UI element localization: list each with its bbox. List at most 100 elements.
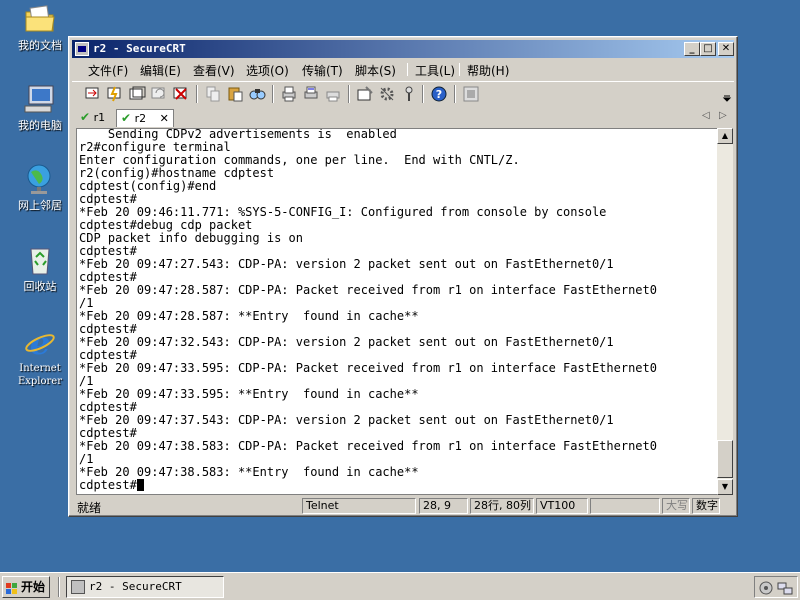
reconnect-icon[interactable] xyxy=(150,85,168,103)
desktop-icon-label: Internet Explorer xyxy=(17,363,63,387)
terminal-line: *Feb 20 09:47:38.583: **Entry found in c… xyxy=(79,465,419,479)
print-selection-icon[interactable] xyxy=(302,85,320,103)
tab-r1[interactable]: ✔ r1 xyxy=(76,109,114,127)
copy-icon[interactable] xyxy=(204,85,222,103)
windows-flag-icon xyxy=(6,581,18,594)
status-num-lock: 数字 xyxy=(692,498,720,514)
tab-close-icon[interactable]: ✕ xyxy=(160,112,169,125)
terminal-line: *Feb 20 09:47:37.543: CDP-PA: version 2 … xyxy=(79,413,614,427)
status-terminal-size: 28行, 80列 xyxy=(470,498,534,514)
terminal-line: *Feb 20 09:47:28.587: **Entry found in c… xyxy=(79,309,419,323)
terminal-output[interactable]: Sending CDPv2 advertisements is enabled r… xyxy=(76,128,724,495)
start-button[interactable]: 开始 xyxy=(2,576,50,598)
menu-script[interactable]: 脚本(S) xyxy=(355,62,396,79)
window-title: r2 - SecureCRT xyxy=(93,42,186,55)
terminal-line: *Feb 20 09:47:27.543: CDP-PA: version 2 … xyxy=(79,257,614,271)
task-label: r2 - SecureCRT xyxy=(89,580,182,593)
toolbar-separator xyxy=(272,85,274,103)
securecrt-app-icon xyxy=(75,42,89,56)
global-options-icon[interactable] xyxy=(378,85,396,103)
terminal-lines: Sending CDPv2 advertisements is enabled r… xyxy=(79,129,657,492)
menu-separator xyxy=(407,63,408,76)
connect-icon[interactable] xyxy=(84,85,102,103)
status-ready: 就绪 xyxy=(77,501,102,515)
tab-label: r1 xyxy=(93,111,106,124)
menu-options[interactable]: 选项(O) xyxy=(246,62,289,79)
toolbar: ? xyxy=(72,81,734,105)
desktop-icon-label: 回收站 xyxy=(23,280,57,293)
desktop-icon-label: 我的电脑 xyxy=(18,119,62,132)
volume-icon[interactable] xyxy=(758,580,774,599)
securecrt-app-icon xyxy=(71,580,85,594)
system-tray xyxy=(754,576,798,598)
desktop-icon-label: 网上邻居 xyxy=(18,199,62,212)
title-bar[interactable]: r2 - SecureCRT _ □ ✕ xyxy=(72,40,734,58)
toolbar-overflow-icon[interactable] xyxy=(722,86,732,104)
keymap-icon[interactable] xyxy=(462,85,480,103)
recycle-bin-icon xyxy=(23,243,57,277)
menu-help[interactable]: 帮助(H) xyxy=(467,62,509,79)
tab-scroll-left-icon[interactable]: ◁ xyxy=(702,110,710,121)
minimize-button[interactable]: _ xyxy=(684,42,700,56)
print-icon[interactable] xyxy=(280,85,298,103)
status-emulation: VT100 xyxy=(536,498,588,514)
close-button[interactable]: ✕ xyxy=(718,42,734,56)
print-setup-icon[interactable] xyxy=(324,85,342,103)
key-icon[interactable] xyxy=(400,85,418,103)
start-label: 开始 xyxy=(21,580,46,594)
folder-icon xyxy=(23,2,57,36)
terminal-cursor xyxy=(136,479,144,491)
menu-view[interactable]: 查看(V) xyxy=(193,62,235,79)
status-cursor-position: 28, 9 xyxy=(419,498,468,514)
status-caps-lock: 大写 xyxy=(662,498,690,514)
scroll-thumb[interactable] xyxy=(717,440,733,478)
toolbar-separator xyxy=(196,85,198,103)
tab-label: r2 xyxy=(134,112,147,125)
taskbar-separator xyxy=(58,577,60,597)
desktop-icon-network[interactable]: 网上邻居 xyxy=(8,162,72,212)
menu-bar: 文件(F) 编辑(E) 查看(V) 选项(O) 传输(T) 脚本(S) 工具(L… xyxy=(72,59,734,79)
terminal-line: *Feb 20 09:47:32.543: CDP-PA: version 2 … xyxy=(79,335,614,349)
menu-tools[interactable]: 工具(L) xyxy=(415,62,455,79)
toolbar-separator xyxy=(348,85,350,103)
desktop-icon-label: 我的文档 xyxy=(18,39,62,52)
check-icon: ✔ xyxy=(121,111,132,125)
tab-r2[interactable]: ✔ r2 ✕ xyxy=(116,109,174,127)
desktop-icon-recycle-bin[interactable]: 回收站 xyxy=(8,243,72,293)
check-icon: ✔ xyxy=(80,110,91,124)
paste-icon[interactable] xyxy=(226,85,244,103)
toolbar-separator xyxy=(454,85,456,103)
terminal-line: *Feb 20 09:47:38.583: CDP-PA: Packet rec… xyxy=(79,439,657,453)
terminal-line: *Feb 20 09:47:28.587: CDP-PA: Packet rec… xyxy=(79,283,657,297)
help-icon[interactable]: ? xyxy=(430,85,448,103)
terminal-line: CDP packet info debugging is on xyxy=(79,231,303,245)
terminal-line: cdptest(config)#end xyxy=(79,179,217,193)
terminal-prompt-line: cdptest# xyxy=(79,479,657,492)
taskbar-button-securecrt[interactable]: r2 - SecureCRT xyxy=(66,576,224,598)
desktop-icon-my-computer[interactable]: 我的电脑 xyxy=(8,82,72,132)
network-status-icon[interactable] xyxy=(777,580,793,599)
menu-transfer[interactable]: 传输(T) xyxy=(302,62,343,79)
menu-separator xyxy=(459,63,460,76)
scroll-up-button[interactable]: ▲ xyxy=(717,128,733,144)
desktop-icon-internet-explorer[interactable]: e Internet Explorer xyxy=(8,324,72,388)
terminal-line: *Feb 20 09:47:33.595: CDP-PA: Packet rec… xyxy=(79,361,657,375)
status-blank-field xyxy=(590,498,660,514)
taskbar: 开始 r2 - SecureCRT xyxy=(0,572,800,600)
terminal-prompt: cdptest# xyxy=(79,478,137,492)
disconnect-icon[interactable] xyxy=(172,85,190,103)
maximize-button[interactable]: □ xyxy=(700,42,716,56)
vertical-scrollbar[interactable]: ▲ ▼ xyxy=(717,128,733,495)
connect-in-tab-icon[interactable] xyxy=(128,85,146,103)
session-options-icon[interactable] xyxy=(356,85,374,103)
find-icon[interactable] xyxy=(248,85,266,103)
desktop-icon-my-documents[interactable]: 我的文档 xyxy=(8,2,72,52)
session-tab-bar: ✔ r1 ✔ r2 ✕ ◁ ▷ xyxy=(72,107,734,127)
computer-icon xyxy=(23,82,57,116)
menu-edit[interactable]: 编辑(E) xyxy=(140,62,181,79)
terminal-line: *Feb 20 09:47:33.595: **Entry found in c… xyxy=(79,387,419,401)
quick-connect-icon[interactable] xyxy=(106,85,124,103)
tab-scroll-right-icon[interactable]: ▷ xyxy=(719,110,727,121)
scroll-down-button[interactable]: ▼ xyxy=(717,479,733,495)
menu-file[interactable]: 文件(F) xyxy=(88,62,128,79)
